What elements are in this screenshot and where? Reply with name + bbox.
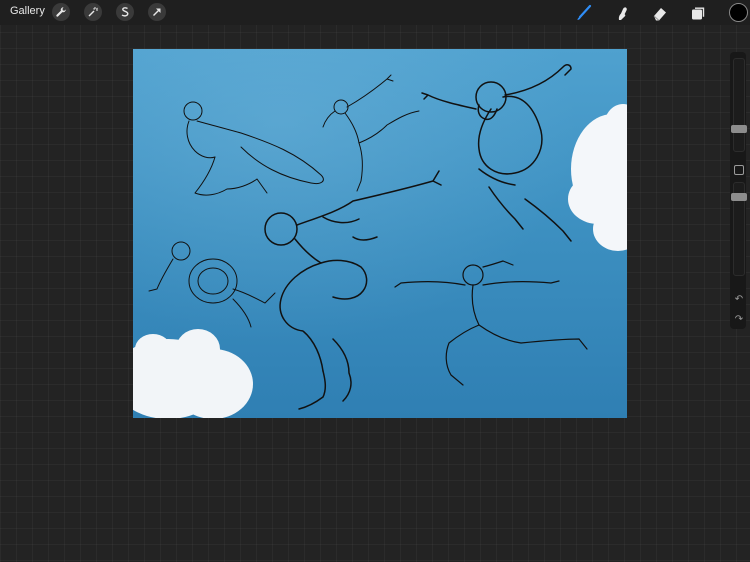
color-picker-swatch[interactable] xyxy=(729,3,748,22)
wrench-icon[interactable] xyxy=(52,3,70,21)
brush-icon[interactable] xyxy=(574,3,594,23)
layers-icon[interactable] xyxy=(688,3,708,23)
undo-arrow-icon[interactable]: ↶ xyxy=(733,294,745,306)
magic-wand-icon[interactable] xyxy=(84,3,102,21)
modify-button[interactable] xyxy=(734,165,744,175)
drawing-canvas[interactable] xyxy=(133,49,627,418)
eraser-icon[interactable] xyxy=(650,3,670,23)
opacity-slider-thumb[interactable] xyxy=(731,193,747,201)
artwork xyxy=(133,49,627,418)
smudge-icon[interactable] xyxy=(612,3,632,23)
selection-icon[interactable] xyxy=(116,3,134,21)
brush-size-slider-thumb[interactable] xyxy=(731,125,747,133)
transform-arrow-icon[interactable] xyxy=(148,3,166,21)
brush-size-track[interactable] xyxy=(733,58,745,152)
top-toolbar: Gallery xyxy=(0,0,750,25)
gallery-button[interactable]: Gallery xyxy=(10,5,45,17)
brush-sidebar xyxy=(730,52,746,329)
redo-arrow-icon[interactable]: ↷ xyxy=(733,314,745,326)
